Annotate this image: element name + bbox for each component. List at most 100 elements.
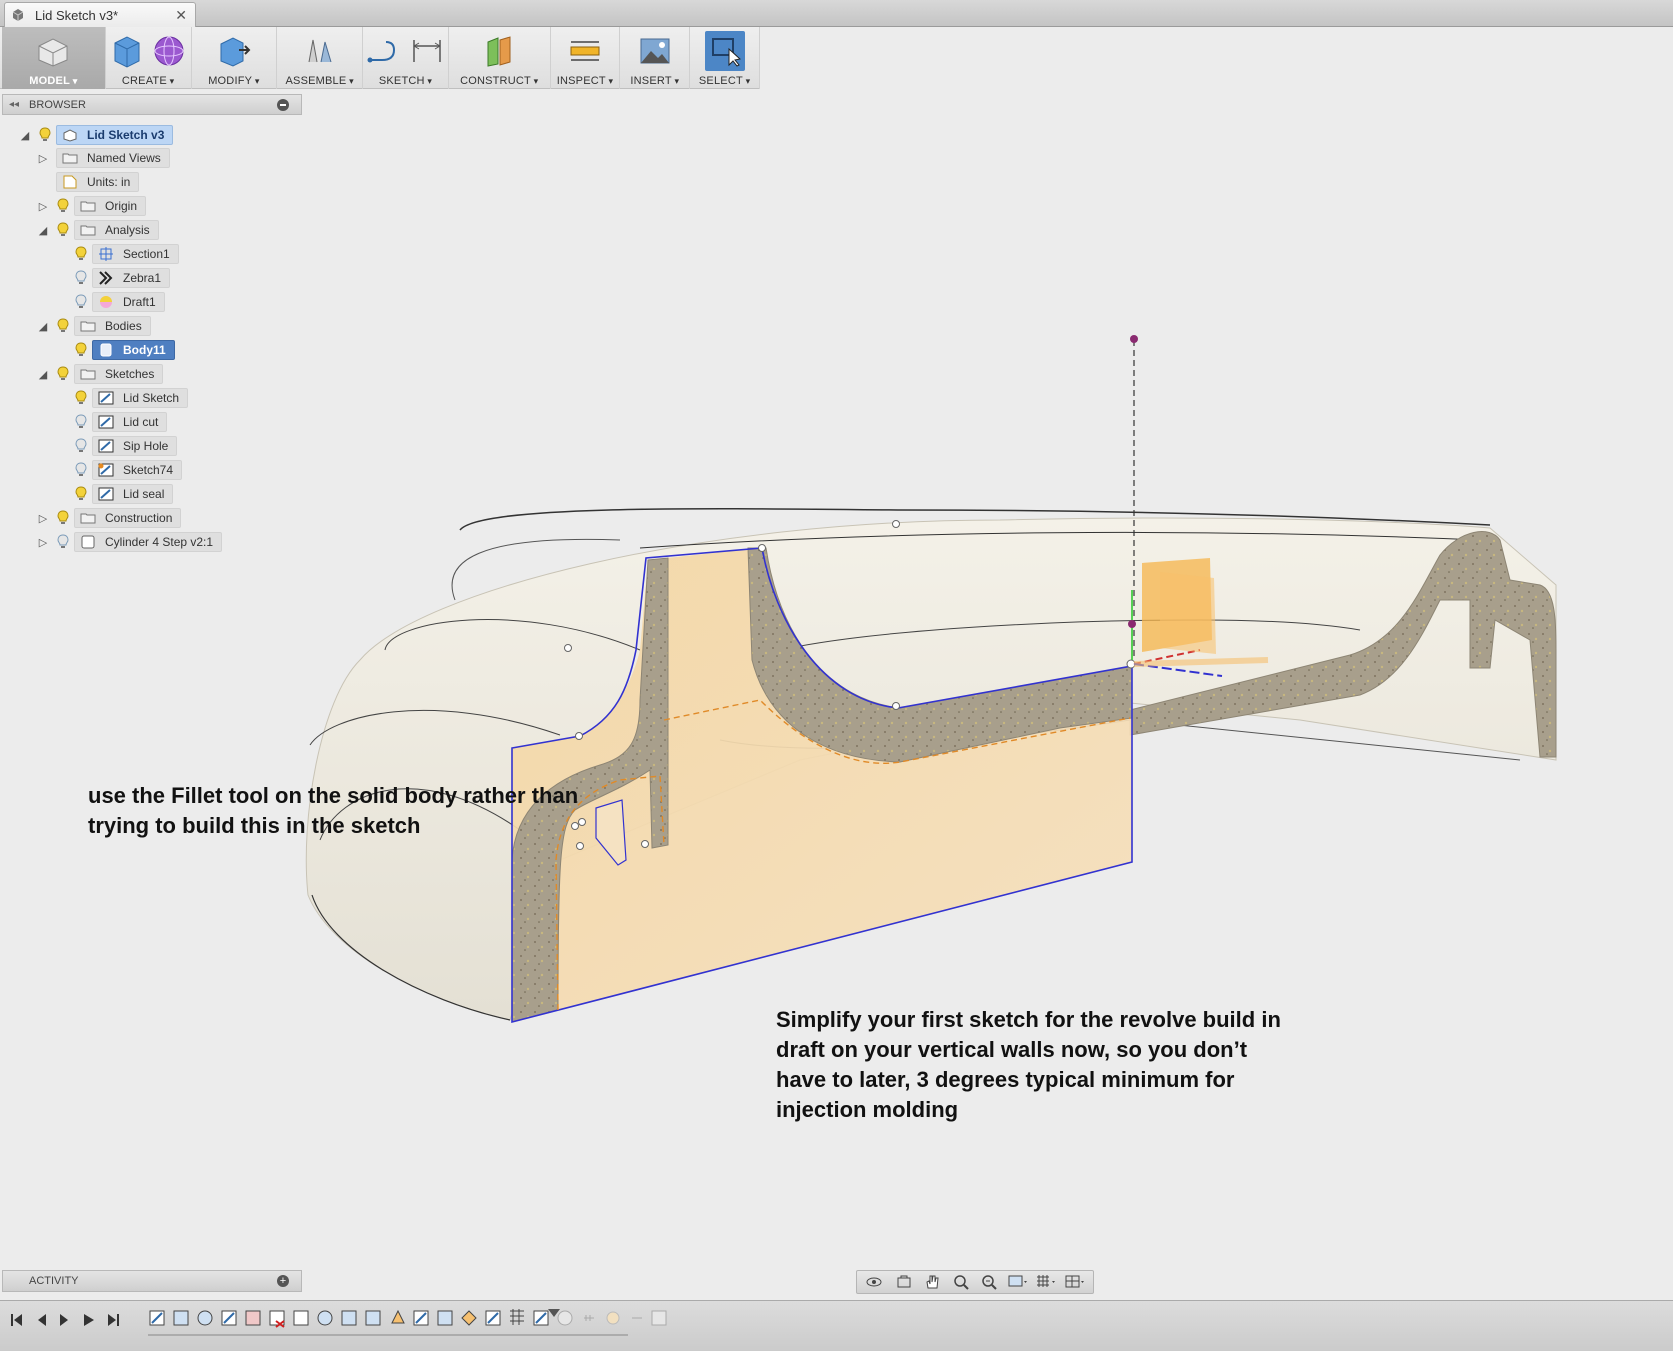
document-tab[interactable]: Lid Sketch v3* ✕ xyxy=(4,2,196,27)
3d-viewport[interactable]: use the Fillet tool on the solid body ra… xyxy=(0,89,1673,1269)
fit-view-icon[interactable] xyxy=(979,1274,999,1290)
component-icon xyxy=(61,127,79,143)
tree-node-zebra1[interactable]: Zebra1 xyxy=(74,267,171,289)
display-settings-icon[interactable] xyxy=(1008,1274,1028,1290)
tree-node-lid-sketch[interactable]: Lid Sketch xyxy=(74,387,189,409)
create-menu[interactable]: CREATE xyxy=(106,27,192,89)
expanded-triangle-icon[interactable]: ◢ xyxy=(36,224,50,237)
tree-node-section1[interactable]: Section1 xyxy=(74,243,179,265)
visibility-bulb-icon[interactable] xyxy=(74,390,88,406)
tree-chip-cylinder[interactable]: Cylinder 4 Step v2:1 xyxy=(74,532,223,552)
tree-node-sketch74[interactable]: Sketch74 xyxy=(74,459,183,481)
visibility-bulb-off-icon[interactable] xyxy=(56,534,70,550)
viewports-icon[interactable] xyxy=(1065,1274,1085,1290)
collapsed-triangle-icon[interactable]: ▷ xyxy=(36,200,50,213)
browser-panel-header[interactable]: ◂◂ BROWSER xyxy=(2,94,302,115)
pan-hand-icon[interactable] xyxy=(922,1274,942,1290)
tree-chip-lid-seal[interactable]: Lid seal xyxy=(92,484,174,504)
select-icon-wrap xyxy=(704,31,745,71)
tree-label: Cylinder 4 Step v2:1 xyxy=(105,535,214,549)
tree-node-sip-hole[interactable]: Sip Hole xyxy=(74,435,178,457)
tree-node-origin[interactable]: ▷ Origin xyxy=(36,195,147,217)
tree-node-units[interactable]: Units: in xyxy=(56,171,140,193)
tree-chip-construction[interactable]: Construction xyxy=(74,508,182,528)
construct-menu[interactable]: CONSTRUCT xyxy=(449,27,551,89)
tree-chip-sketch74[interactable]: Sketch74 xyxy=(92,460,183,480)
inspect-menu[interactable]: INSPECT xyxy=(551,27,621,89)
tree-node-lid-seal[interactable]: Lid seal xyxy=(74,483,174,505)
visibility-bulb-icon[interactable] xyxy=(74,246,88,262)
close-tab-icon[interactable]: ✕ xyxy=(175,7,187,24)
tree-chip-named-views[interactable]: Named Views xyxy=(56,148,170,168)
browser-minimize-icon[interactable] xyxy=(277,98,289,111)
tree-chip-body11[interactable]: Body11 xyxy=(92,340,175,360)
select-menu[interactable]: SELECT xyxy=(690,27,761,89)
orbit-icon[interactable] xyxy=(865,1274,885,1290)
go-to-end-icon[interactable] xyxy=(104,1311,122,1329)
tree-node-bodies[interactable]: ◢ Bodies xyxy=(36,315,151,337)
document-icon xyxy=(12,9,24,21)
visibility-bulb-off-icon[interactable] xyxy=(74,294,88,310)
tree-node-lid-cut[interactable]: Lid cut xyxy=(74,411,168,433)
tree-node-root[interactable]: ◢ Lid Sketch v3 xyxy=(18,124,174,146)
visibility-bulb-off-icon[interactable] xyxy=(74,414,88,430)
visibility-bulb-icon[interactable] xyxy=(56,198,70,214)
play-icon[interactable] xyxy=(80,1311,98,1329)
tree-node-construction[interactable]: ▷ Construction xyxy=(36,507,182,529)
modify-menu[interactable]: MODIFY xyxy=(192,27,278,89)
collapse-browser-icon[interactable]: ◂◂ xyxy=(9,99,19,110)
go-to-start-icon[interactable] xyxy=(8,1311,26,1329)
visibility-bulb-off-icon[interactable] xyxy=(74,438,88,454)
tree-chip-units[interactable]: Units: in xyxy=(56,172,140,192)
collapsed-triangle-icon[interactable]: ▷ xyxy=(36,512,50,525)
tree-node-cylinder[interactable]: ▷ Cylinder 4 Step v2:1 xyxy=(36,531,223,553)
tree-chip-bodies[interactable]: Bodies xyxy=(74,316,151,336)
visibility-bulb-icon[interactable] xyxy=(74,486,88,502)
tree-node-sketches[interactable]: ◢ Sketches xyxy=(36,363,164,385)
visibility-bulb-icon[interactable] xyxy=(56,318,70,334)
tree-node-analysis[interactable]: ◢ Analysis xyxy=(36,219,159,241)
tree-chip-draft1[interactable]: Draft1 xyxy=(92,292,165,312)
zoom-icon[interactable] xyxy=(951,1274,971,1290)
visibility-bulb-off-icon[interactable] xyxy=(74,462,88,478)
tree-chip-analysis[interactable]: Analysis xyxy=(74,220,159,240)
tree-node-named-views[interactable]: ▷ Named Views xyxy=(36,147,170,169)
tree-chip-sketches[interactable]: Sketches xyxy=(74,364,164,384)
step-back-icon[interactable] xyxy=(32,1311,50,1329)
tree-chip-origin[interactable]: Origin xyxy=(74,196,147,216)
expanded-triangle-icon[interactable]: ◢ xyxy=(36,320,50,333)
select-cursor-icon xyxy=(711,38,741,67)
visibility-bulb-icon[interactable] xyxy=(56,222,70,238)
tree-chip-root[interactable]: Lid Sketch v3 xyxy=(56,125,174,145)
tree-node-body11[interactable]: Body11 xyxy=(74,339,175,361)
insert-menu[interactable]: INSERT xyxy=(620,27,691,89)
tree-chip-lid-sketch[interactable]: Lid Sketch xyxy=(92,388,189,408)
activity-panel-header[interactable]: ACTIVITY + xyxy=(2,1270,302,1292)
visibility-bulb-icon[interactable] xyxy=(38,127,52,143)
timeline-features[interactable] xyxy=(148,1309,668,1343)
assemble-menu[interactable]: ASSEMBLE xyxy=(277,27,364,89)
activity-expand-icon[interactable]: + xyxy=(277,1275,289,1287)
visibility-bulb-icon[interactable] xyxy=(56,366,70,382)
tree-label: Lid seal xyxy=(123,487,165,501)
expanded-triangle-icon[interactable]: ◢ xyxy=(36,368,50,381)
tree-chip-section1[interactable]: Section1 xyxy=(92,244,179,264)
look-at-icon[interactable] xyxy=(894,1274,914,1290)
sketch-menu[interactable]: SKETCH xyxy=(363,27,449,89)
visibility-bulb-icon[interactable] xyxy=(74,342,88,358)
sketch-icon xyxy=(97,486,115,502)
step-forward-icon[interactable] xyxy=(56,1311,74,1329)
visibility-bulb-off-icon[interactable] xyxy=(74,270,88,286)
model-label: MODEL xyxy=(29,75,77,87)
main-toolbar: MODEL CREATE MODIFY ASSEMBLE SKETCH CONS… xyxy=(0,27,761,89)
tree-node-draft1[interactable]: Draft1 xyxy=(74,291,165,313)
tree-chip-zebra1[interactable]: Zebra1 xyxy=(92,268,171,288)
tree-chip-lid-cut[interactable]: Lid cut xyxy=(92,412,168,432)
tree-chip-sip-hole[interactable]: Sip Hole xyxy=(92,436,178,456)
workspace-switcher[interactable]: MODEL xyxy=(2,27,106,89)
collapsed-triangle-icon[interactable]: ▷ xyxy=(36,152,50,165)
visibility-bulb-icon[interactable] xyxy=(56,510,70,526)
expanded-triangle-icon[interactable]: ◢ xyxy=(18,129,32,142)
collapsed-triangle-icon[interactable]: ▷ xyxy=(36,536,50,549)
grid-settings-icon[interactable] xyxy=(1036,1274,1056,1290)
